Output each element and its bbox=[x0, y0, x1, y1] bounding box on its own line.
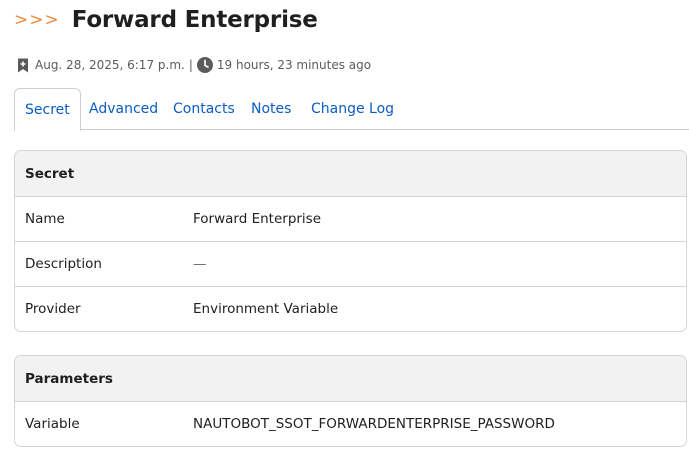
created-timestamp: Aug. 28, 2025, 6:17 p.m. bbox=[35, 58, 185, 72]
panel-heading: Parameters bbox=[15, 356, 686, 401]
row-value: — bbox=[193, 256, 207, 272]
parameters-panel: Parameters Variable NAUTOBOT_SSOT_FORWAR… bbox=[14, 355, 687, 447]
row-value: Forward Enterprise bbox=[193, 211, 322, 227]
tab-contacts[interactable]: Contacts bbox=[173, 88, 235, 130]
chevrons-icon: >>> bbox=[14, 10, 60, 30]
table-row: Variable NAUTOBOT_SSOT_FORWARDENTERPRISE… bbox=[15, 401, 686, 446]
page-title: Forward Enterprise bbox=[71, 7, 318, 33]
row-value: NAUTOBOT_SSOT_FORWARDENTERPRISE_PASSWORD bbox=[193, 416, 555, 432]
tab-secret[interactable]: Secret bbox=[14, 88, 81, 131]
bookmark-icon bbox=[17, 58, 29, 73]
page-header: >>> Forward Enterprise bbox=[14, 4, 318, 36]
tab-notes[interactable]: Notes bbox=[251, 88, 291, 130]
row-label: Name bbox=[25, 211, 65, 227]
updated-timestamp: 19 hours, 23 minutes ago bbox=[216, 58, 372, 72]
row-label: Description bbox=[25, 256, 102, 272]
table-row: Provider Environment Variable bbox=[15, 286, 686, 331]
row-label: Variable bbox=[25, 416, 80, 432]
tab-bar: Secret Advanced Contacts Notes Change Lo… bbox=[14, 88, 689, 131]
table-row: Name Forward Enterprise bbox=[15, 196, 686, 241]
secret-panel: Secret Name Forward Enterprise Descripti… bbox=[14, 150, 687, 332]
clock-icon bbox=[196, 57, 213, 73]
row-label: Provider bbox=[25, 301, 81, 317]
row-value: Environment Variable bbox=[193, 301, 339, 317]
tab-advanced[interactable]: Advanced bbox=[89, 88, 158, 130]
tab-change-log[interactable]: Change Log bbox=[311, 88, 394, 130]
meta-separator: | bbox=[188, 58, 193, 72]
object-meta: Aug. 28, 2025, 6:17 p.m. | 19 hours, 23 … bbox=[17, 55, 371, 75]
table-row: Description — bbox=[15, 241, 686, 286]
panel-heading: Secret bbox=[15, 151, 686, 196]
